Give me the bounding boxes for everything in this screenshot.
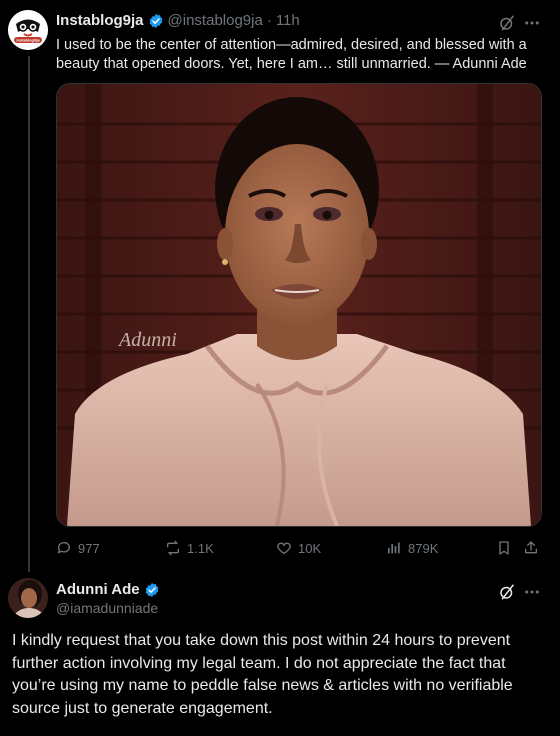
- more-icon[interactable]: [523, 14, 541, 37]
- grok-icon[interactable]: [498, 583, 516, 606]
- share-button[interactable]: [523, 540, 539, 556]
- tweet-header: Instablog9ja @instablog9ja · 11h: [56, 12, 300, 29]
- repost-button[interactable]: 1.1K: [165, 540, 214, 556]
- share-icon: [525, 541, 537, 554]
- like-button[interactable]: 10K: [276, 540, 321, 556]
- instablog9ja-avatar[interactable]: instablog9ja: [8, 10, 48, 50]
- tweet-text: I used to be the center of attention—adm…: [56, 37, 527, 72]
- reply-handle[interactable]: @iamadunniade: [56, 600, 158, 616]
- avatar-logo-text: instablog9ja: [16, 38, 40, 43]
- thread-connector-line: [28, 56, 30, 572]
- more-icon[interactable]: [523, 583, 541, 606]
- tweet-image[interactable]: Adunni: [56, 83, 542, 527]
- reply-display-name[interactable]: Adunni Ade: [56, 581, 140, 598]
- separator: ·: [266, 12, 272, 29]
- like-icon: [277, 542, 291, 554]
- views-count: 879K: [408, 540, 439, 556]
- handle[interactable]: @instablog9ja: [168, 12, 263, 29]
- photo-watermark: Adunni: [117, 329, 177, 351]
- like-count: 10K: [298, 540, 322, 556]
- reply-count: 977: [78, 540, 100, 556]
- repost-icon: [167, 540, 179, 556]
- reply-text: I kindly request that you take down this…: [12, 632, 513, 717]
- bookmark-button[interactable]: [496, 540, 512, 556]
- bookmark-icon: [499, 541, 509, 555]
- display-name[interactable]: Instablog9ja: [56, 12, 144, 29]
- grok-icon[interactable]: [498, 14, 516, 37]
- reply-icon: [57, 542, 70, 554]
- repost-count: 1.1K: [187, 540, 214, 556]
- reply-button[interactable]: 977: [56, 540, 100, 556]
- reply-header: Adunni Ade: [56, 581, 160, 598]
- verified-badge-icon: [145, 582, 158, 597]
- timestamp[interactable]: 11h: [276, 12, 300, 29]
- adunni-ade-avatar[interactable]: [8, 578, 48, 618]
- verified-badge-icon: [149, 13, 162, 28]
- views-button[interactable]: 879K: [386, 540, 438, 556]
- views-icon: [388, 542, 400, 554]
